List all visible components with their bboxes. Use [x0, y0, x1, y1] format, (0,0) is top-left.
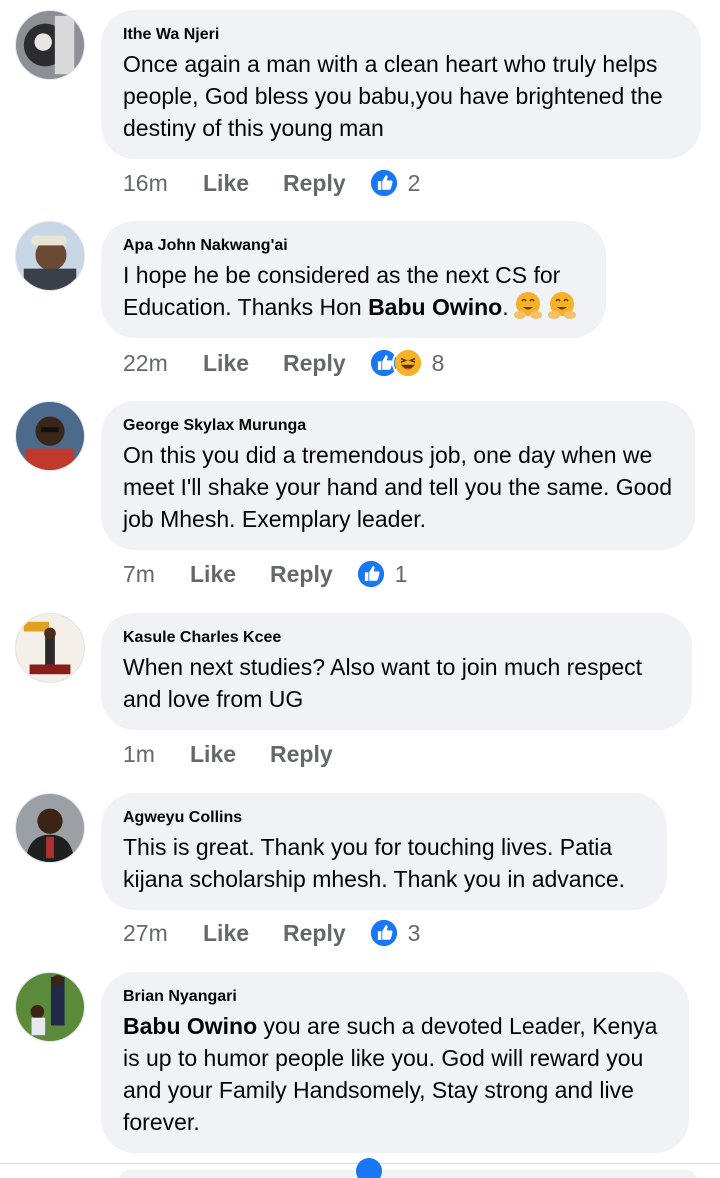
reaction-summary[interactable]: 1 [354, 558, 408, 590]
mention-link[interactable]: Babu Owino [368, 294, 502, 320]
comment-actions: 7m Like Reply 1 [123, 556, 407, 592]
reply-button[interactable]: Reply [283, 170, 346, 197]
reaction-count: 3 [407, 919, 421, 946]
comment-author[interactable]: Agweyu Collins [123, 808, 645, 828]
comment-time[interactable]: 22m [123, 350, 203, 377]
comment-time[interactable]: 1m [123, 741, 190, 768]
comment-actions: 1m Like Reply [123, 736, 355, 772]
comment-text-part: . [502, 294, 509, 320]
avatar[interactable] [15, 613, 85, 683]
comment-author[interactable]: Brian Nyangari [123, 987, 667, 1007]
haha-icon [391, 347, 424, 379]
comment-actions: 22m Like Reply 8 [123, 345, 444, 381]
reply-button[interactable]: Reply [270, 741, 333, 768]
comment-author[interactable]: Apa John Nakwang'ai [123, 236, 584, 256]
comment-time[interactable]: 7m [123, 561, 190, 588]
like-button[interactable]: Like [203, 350, 249, 377]
comment-bubble[interactable]: George Skylax Murunga On this you did a … [101, 401, 695, 550]
comment-time[interactable]: 16m [123, 170, 203, 197]
comment-actions: 27m Like Reply 3 [123, 915, 420, 951]
reply-button[interactable]: Reply [270, 561, 333, 588]
avatar[interactable] [15, 10, 85, 80]
comment-bubble[interactable]: Apa John Nakwang'ai I hope he be conside… [101, 221, 606, 338]
comment-author[interactable]: George Skylax Murunga [123, 416, 673, 436]
comment-text: I hope he be considered as the next CS f… [123, 259, 584, 323]
hugging-face-emoji [513, 291, 543, 321]
like-button[interactable]: Like [190, 741, 236, 768]
comment-bubble[interactable]: Agweyu Collins This is great. Thank you … [101, 793, 667, 910]
comment-text: Once again a man with a clean heart who … [123, 51, 663, 141]
reaction-count: 1 [394, 560, 408, 587]
reaction-summary[interactable]: 2 [367, 167, 421, 199]
like-icon [354, 558, 387, 590]
reaction-summary[interactable]: 3 [367, 917, 421, 949]
reply-button[interactable]: Reply [283, 920, 346, 947]
avatar[interactable] [15, 793, 85, 863]
avatar[interactable] [15, 401, 85, 471]
like-button[interactable]: Like [190, 561, 236, 588]
avatar[interactable] [15, 221, 85, 291]
comment-text: When next studies? Also want to join muc… [123, 654, 643, 712]
reaction-count: 8 [431, 349, 445, 376]
like-icon [367, 917, 400, 949]
comment-bubble[interactable]: Kasule Charles Kcee When next studies? A… [101, 613, 692, 730]
comment-text: Babu Owino you are such a devoted Leader… [123, 1010, 667, 1138]
comment-bubble[interactable]: Ithe Wa Njeri Once again a man with a cl… [101, 10, 701, 159]
like-button[interactable]: Like [203, 920, 249, 947]
like-icon [367, 167, 400, 199]
comment-author[interactable]: Ithe Wa Njeri [123, 25, 679, 45]
like-button[interactable]: Like [203, 170, 249, 197]
reply-button[interactable]: Reply [283, 350, 346, 377]
comment-time[interactable]: 27m [123, 920, 203, 947]
comment-text: This is great. Thank you for touching li… [123, 834, 626, 892]
comment-author[interactable]: Kasule Charles Kcee [123, 628, 670, 648]
reaction-summary[interactable]: 8 [367, 347, 445, 379]
mention-link[interactable]: Babu Owino [123, 1013, 257, 1039]
reaction-count: 2 [407, 169, 421, 196]
comment-actions: 16m Like Reply 2 [123, 165, 420, 201]
comment-text: On this you did a tremendous job, one da… [123, 442, 673, 532]
hugging-face-emoji [547, 291, 577, 321]
next-comment-bubble[interactable] [118, 1170, 698, 1178]
like-icon [356, 1158, 382, 1178]
avatar[interactable] [15, 972, 85, 1042]
comment-bubble[interactable]: Brian Nyangari Babu Owino you are such a… [101, 972, 689, 1153]
